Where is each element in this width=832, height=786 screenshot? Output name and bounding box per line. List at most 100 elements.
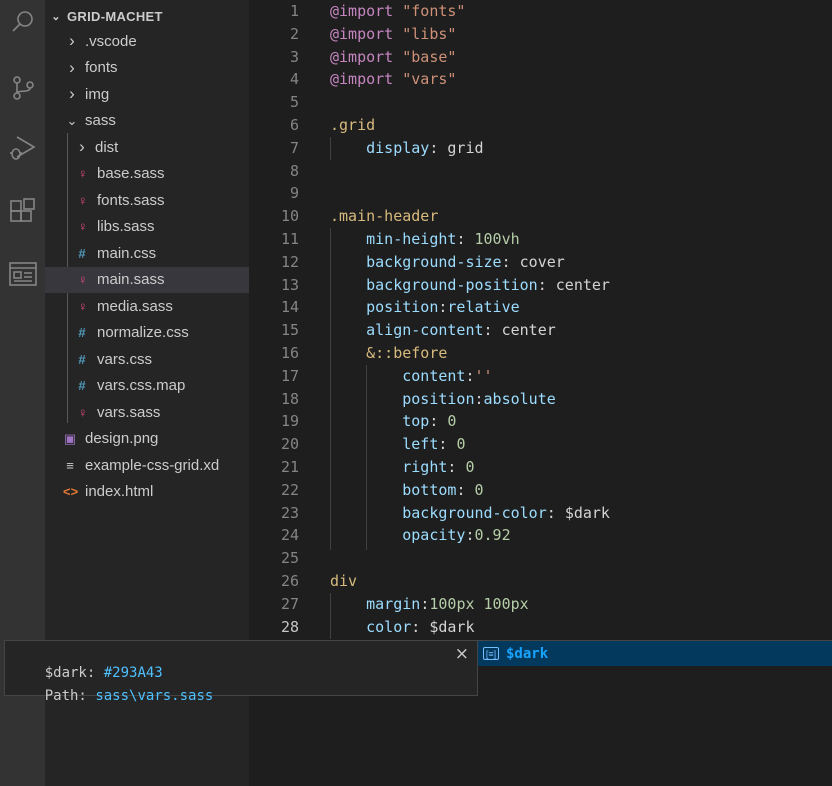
code-line[interactable]: 9 [249, 182, 832, 205]
code-token: align-content [366, 321, 484, 340]
code-token: @import [330, 2, 394, 20]
code-line[interactable]: 15 align-content: center [249, 319, 832, 342]
file-item[interactable]: # vars.css [45, 346, 249, 372]
line-number: 15 [280, 321, 299, 340]
code-line[interactable]: 20 left: 0 [249, 433, 832, 456]
search-icon[interactable] [0, 2, 45, 42]
file-item[interactable]: ♀ base.sass [45, 161, 249, 187]
code-token: "fonts" [402, 2, 466, 20]
run-debug-icon[interactable] [0, 128, 45, 168]
code-line[interactable]: 19 top: 0 [249, 410, 832, 433]
variable-icon: [≡] [483, 647, 499, 660]
code-line[interactable]: 1 @import "fonts" [249, 0, 832, 23]
code-line[interactable]: 24 opacity:0.92 [249, 524, 832, 547]
code-line[interactable]: 10 .main-header [249, 205, 832, 228]
code-token: @import [330, 24, 394, 43]
file-item[interactable]: ♀ fonts.sass [45, 187, 249, 213]
code-token: : [456, 480, 475, 499]
file-item[interactable]: ▣ design.png [45, 426, 249, 452]
code-token: absolute [483, 389, 556, 408]
code-line[interactable]: 4 @import "vars" [249, 68, 832, 91]
code-line[interactable]: 21 right: 0 [249, 456, 832, 479]
file-item[interactable]: <> index.html [45, 479, 249, 505]
code-line[interactable]: 5 [249, 91, 832, 114]
tree-item-label: img [85, 85, 110, 103]
sass-file-icon: ♀ [77, 166, 87, 181]
code-line[interactable]: 22 bottom: 0 [249, 479, 832, 502]
file-item[interactable]: ≡ example-css-grid.xd [45, 452, 249, 478]
file-item[interactable]: ♀ vars.sass [45, 399, 249, 425]
sass-file-icon: ♀ [77, 404, 87, 420]
code-token: content [402, 366, 466, 385]
code-token: @import [330, 70, 394, 89]
code-token: '' [474, 366, 493, 385]
file-item[interactable]: ♀ libs.sass [45, 214, 249, 240]
code-token: : [537, 275, 556, 294]
code-line[interactable]: 28 color: $dark [249, 616, 832, 639]
extensions-icon[interactable] [0, 192, 45, 232]
code-line[interactable]: 23 background-color: $dark [249, 502, 832, 525]
xd-file-icon: ≡ [66, 457, 74, 473]
code-line[interactable]: 26 div [249, 570, 832, 593]
code-line[interactable]: 14 position:relative [249, 296, 832, 319]
code-line[interactable]: 13 background-position: center [249, 274, 832, 297]
code-line[interactable]: 16 &::before [249, 342, 832, 365]
tree-item-label: index.html [85, 483, 154, 500]
folder-item[interactable]: ⌄ sass [45, 108, 249, 134]
folder-item[interactable]: › fonts [45, 55, 249, 81]
file-item[interactable]: ♀ media.sass [45, 293, 249, 319]
code-content: background-position: center [330, 274, 610, 297]
code-token: : [483, 321, 502, 340]
code-token: : [465, 366, 475, 385]
code-content: color: $dark [330, 616, 474, 639]
code-token: 0 [456, 435, 466, 454]
suggestion-item[interactable]: [≡] $dark [478, 640, 832, 666]
code-line[interactable]: 18 position:absolute [249, 388, 832, 411]
code-line[interactable]: 11 min-height: 100vh [249, 228, 832, 251]
file-item[interactable]: # normalize.css [45, 320, 249, 346]
code-line[interactable]: 8 [249, 160, 832, 183]
line-number: 24 [280, 526, 299, 545]
line-number: 1 [289, 2, 299, 20]
code-line[interactable]: 12 background-size: cover [249, 251, 832, 274]
code-line[interactable]: 27 margin:100px 100px [249, 593, 832, 616]
code-line[interactable]: 2 @import "libs" [249, 23, 832, 46]
explorer-root-folder[interactable]: ⌄ GRID-MACHET [45, 5, 249, 27]
chevron-right-icon: › [69, 84, 75, 103]
file-item[interactable]: ♀ main.sass [45, 266, 249, 293]
code-line[interactable]: 25 [249, 547, 832, 570]
line-number: 14 [280, 298, 299, 317]
code-line[interactable]: 3 @import "base" [249, 46, 832, 69]
code-line[interactable]: 17 content:'' [249, 365, 832, 388]
tree-item-label: media.sass [97, 297, 173, 315]
chevron-right-icon: › [69, 31, 75, 50]
code-line[interactable]: 6 .grid [249, 114, 832, 137]
folder-item[interactable]: › img [45, 81, 249, 107]
code-token: : [465, 526, 475, 545]
tree-item-label: vars.css.map [97, 377, 186, 394]
code-token: background-color [402, 503, 547, 522]
file-item[interactable]: # main.css [45, 240, 249, 266]
tooltip-path-value[interactable]: sass\vars.sass [95, 688, 213, 704]
code-content: margin:100px 100px [330, 593, 529, 616]
close-icon[interactable]: × [455, 644, 469, 664]
line-number: 8 [289, 161, 299, 180]
source-control-icon[interactable] [0, 68, 45, 108]
folder-item[interactable]: › dist [45, 134, 249, 160]
code-token: .main-header [330, 207, 439, 226]
code-content: @import "fonts" [330, 0, 465, 23]
code-content: left: 0 [330, 433, 465, 456]
code-token: 0.92 [474, 526, 511, 545]
file-item[interactable]: # vars.css.map [45, 373, 249, 399]
line-number: 5 [289, 93, 299, 112]
folder-item[interactable]: › .vscode [45, 28, 249, 54]
remote-explorer-icon[interactable] [0, 254, 45, 294]
code-token: 100 [474, 230, 502, 248]
code-line[interactable]: 7 display: grid [249, 137, 832, 160]
